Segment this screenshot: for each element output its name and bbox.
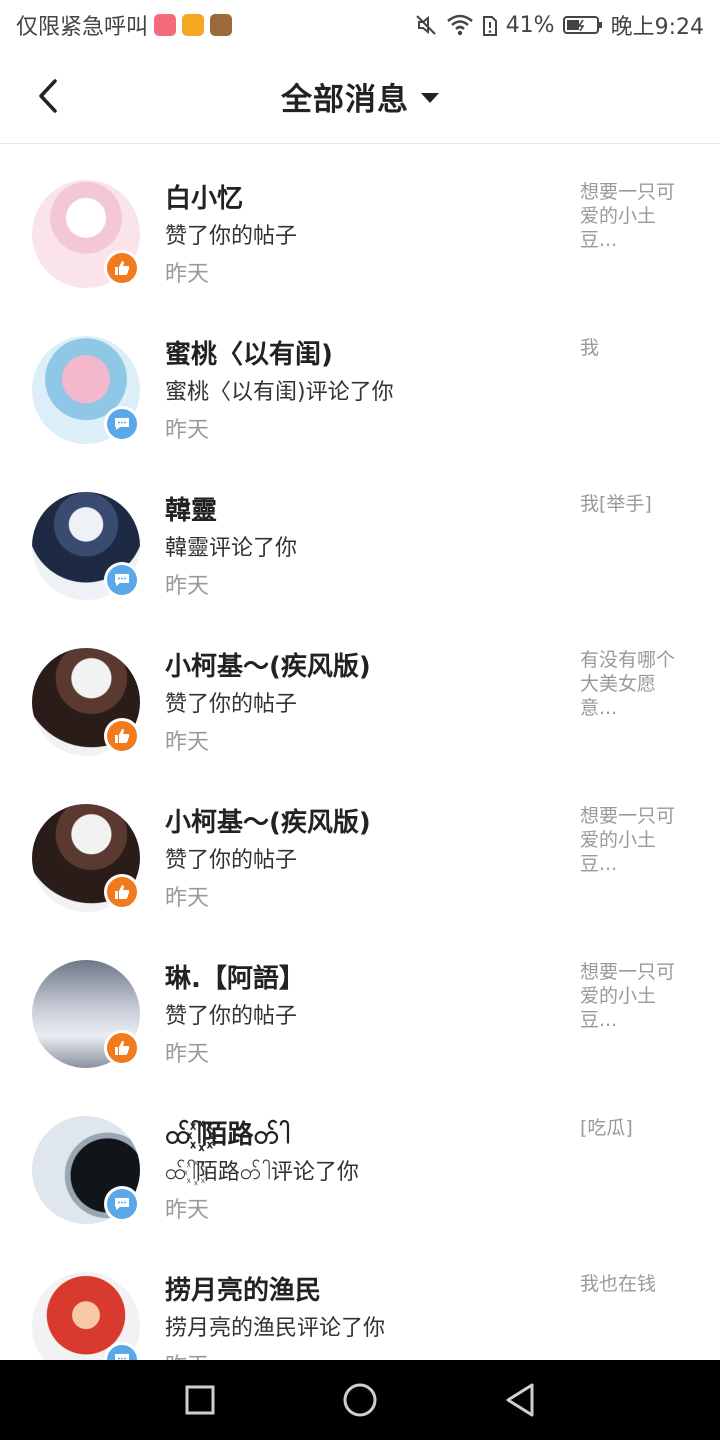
post-snippet: 我也在钱 bbox=[580, 1273, 657, 1295]
sender-name: 捞月亮的渔民 bbox=[165, 1276, 322, 1306]
status-left: 仅限紧急呼叫 bbox=[16, 9, 233, 41]
sender-name: 小柯基～(疾风版) bbox=[165, 808, 371, 838]
comment-badge bbox=[104, 406, 140, 442]
message-time: 昨天 bbox=[165, 262, 210, 287]
system-back-button[interactable] bbox=[490, 1370, 550, 1430]
message-time: 昨天 bbox=[165, 730, 210, 755]
message-item[interactable]: 小柯基～(疾风版) 赞了你的帖子 昨天 有没有哪个大美女愿意... bbox=[0, 612, 720, 768]
gift-app-icon bbox=[154, 14, 177, 36]
sim-alert-icon bbox=[482, 16, 497, 36]
title-dropdown[interactable]: 全部消息 bbox=[281, 74, 439, 119]
status-bar: 仅限紧急呼叫 41% 晚上9:24 bbox=[0, 0, 720, 50]
action-text: ထ်ါ꙰陌路တ်ါ评论了你 bbox=[165, 1160, 359, 1185]
back-arrow-icon bbox=[39, 79, 57, 113]
message-item[interactable]: 韓靈 韓靈评论了你 昨天 我[举手] bbox=[0, 456, 720, 612]
message-item[interactable]: 捞月亮的渔民 捞月亮的渔民评论了你 昨天 我也在钱 bbox=[0, 1236, 720, 1360]
comment-bubble-icon bbox=[115, 418, 129, 430]
battery-percent: 41% bbox=[505, 12, 555, 38]
post-snippet: [吃瓜] bbox=[580, 1117, 633, 1139]
square-recent-icon bbox=[185, 1385, 215, 1415]
sender-name: ထ်ါ꙰陌路တ်ါ bbox=[165, 1120, 291, 1150]
like-badge bbox=[104, 1030, 140, 1066]
post-snippet: 有没有哪个大美女愿意... bbox=[580, 649, 676, 719]
message-time: 昨天 bbox=[165, 418, 210, 443]
action-text: 赞了你的帖子 bbox=[165, 848, 298, 873]
message-time: 昨天 bbox=[165, 1042, 210, 1067]
home-button[interactable] bbox=[330, 1370, 390, 1430]
calendar-app-icon bbox=[182, 14, 205, 36]
post-snippet: 想要一只可爱的小土豆... bbox=[580, 181, 676, 251]
post-snippet: 我 bbox=[580, 337, 600, 359]
message-list: 白小忆 赞了你的帖子 昨天 想要一只可爱的小土豆... 蜜桃〈以有闺) 蜜桃〈以… bbox=[0, 144, 720, 1360]
comment-bubble-icon bbox=[115, 1354, 129, 1360]
action-text: 蜜桃〈以有闺)评论了你 bbox=[165, 380, 394, 405]
message-time: 昨天 bbox=[165, 1198, 210, 1223]
wifi-icon bbox=[446, 14, 473, 36]
action-text: 韓靈评论了你 bbox=[165, 536, 298, 561]
thumbs-up-icon bbox=[115, 729, 130, 743]
message-time: 昨天 bbox=[165, 1348, 209, 1360]
sender-name: 韓靈 bbox=[165, 496, 218, 526]
game-app-icon bbox=[210, 14, 233, 36]
message-item[interactable]: 小柯基～(疾风版) 赞了你的帖子 昨天 想要一只可爱的小土豆... bbox=[0, 768, 720, 924]
back-button[interactable] bbox=[24, 72, 72, 120]
carrier-text: 仅限紧急呼叫 bbox=[16, 15, 149, 40]
message-item[interactable]: 琳.【阿語】 赞了你的帖子 昨天 想要一只可爱的小土豆... bbox=[0, 924, 720, 1080]
status-right: 41% 晚上9:24 bbox=[414, 9, 704, 41]
comment-bubble-icon bbox=[115, 574, 129, 586]
comment-badge bbox=[104, 1186, 140, 1222]
triangle-back-icon bbox=[506, 1383, 534, 1417]
comment-badge bbox=[104, 562, 140, 598]
message-time: 昨天 bbox=[165, 574, 210, 599]
action-text: 赞了你的帖子 bbox=[165, 692, 298, 717]
action-text: 赞了你的帖子 bbox=[165, 224, 298, 249]
like-badge bbox=[104, 874, 140, 910]
like-badge bbox=[104, 250, 140, 286]
circle-home-icon bbox=[343, 1383, 377, 1417]
post-snippet: 想要一只可爱的小土豆... bbox=[580, 961, 676, 1031]
header: 全部消息 bbox=[0, 50, 720, 144]
thumbs-up-icon bbox=[115, 1041, 130, 1055]
sender-name: 小柯基～(疾风版) bbox=[165, 652, 371, 682]
like-badge bbox=[104, 718, 140, 754]
thumbs-up-icon bbox=[115, 885, 130, 899]
sender-name: 琳.【阿語】 bbox=[165, 964, 305, 994]
recent-apps-button[interactable] bbox=[170, 1370, 230, 1430]
action-text: 捞月亮的渔民评论了你 bbox=[165, 1316, 386, 1341]
battery-icon bbox=[562, 16, 602, 34]
sender-name: 蜜桃〈以有闺) bbox=[165, 340, 333, 370]
action-text: 赞了你的帖子 bbox=[165, 1004, 298, 1029]
thumbs-up-icon bbox=[115, 261, 130, 275]
page-title: 全部消息 bbox=[281, 82, 409, 118]
message-time: 昨天 bbox=[165, 886, 210, 911]
caret-down-icon bbox=[421, 92, 439, 103]
sender-name: 白小忆 bbox=[165, 184, 244, 214]
post-snippet: 想要一只可爱的小土豆... bbox=[580, 805, 676, 875]
message-item[interactable]: ထ်ါ꙰陌路တ်ါ ထ်ါ꙰陌路တ်ါ评论了你 昨天 [吃瓜] bbox=[0, 1080, 720, 1236]
mute-icon bbox=[415, 15, 436, 35]
post-snippet: 我[举手] bbox=[580, 493, 652, 515]
system-nav-bar bbox=[0, 1360, 720, 1440]
message-item[interactable]: 蜜桃〈以有闺) 蜜桃〈以有闺)评论了你 昨天 我 bbox=[0, 300, 720, 456]
comment-bubble-icon bbox=[115, 1198, 129, 1210]
message-item[interactable]: 白小忆 赞了你的帖子 昨天 想要一只可爱的小土豆... bbox=[0, 144, 720, 300]
clock: 晚上9:24 bbox=[610, 15, 704, 40]
